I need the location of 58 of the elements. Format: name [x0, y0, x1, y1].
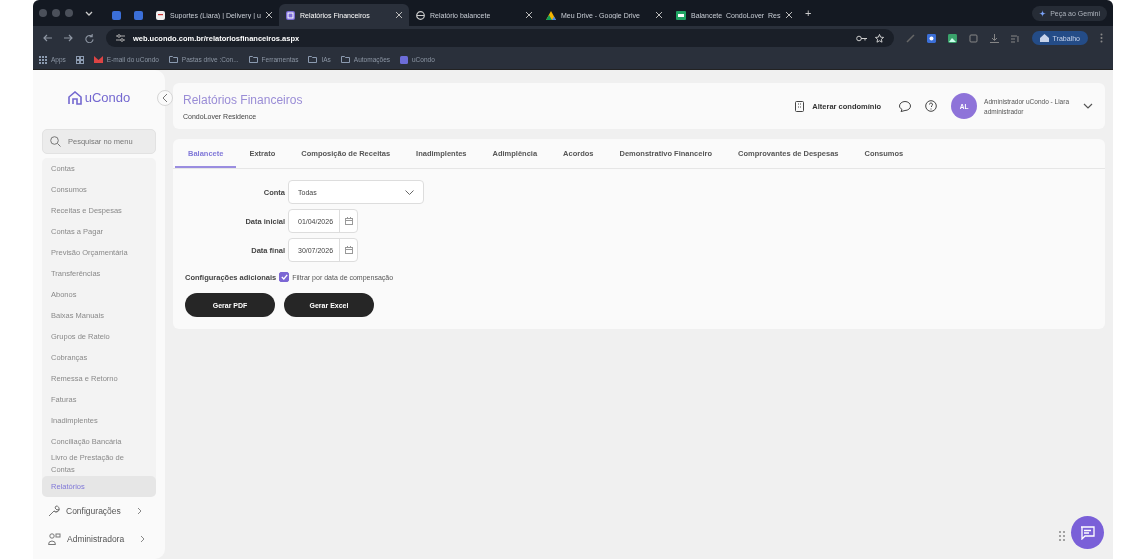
image-icon[interactable] — [947, 33, 957, 43]
house-icon — [1039, 34, 1049, 42]
tiles-icon[interactable] — [75, 55, 84, 64]
key-icon[interactable] — [855, 34, 867, 42]
close-icon[interactable] — [396, 12, 402, 18]
settings-icon[interactable] — [115, 34, 125, 42]
star-icon[interactable] — [874, 33, 884, 43]
chevron-left-icon — [162, 94, 168, 102]
gear-icon[interactable] — [926, 33, 936, 43]
folder-icon — [168, 56, 178, 63]
calendar-icon[interactable] — [344, 246, 353, 254]
chevron-right-icon[interactable] — [140, 535, 146, 543]
close-icon[interactable] — [266, 12, 272, 18]
page-title: Relatórios Financeiros — [183, 92, 304, 107]
drag-handle-icon[interactable] — [1059, 531, 1065, 541]
window-maximize-button[interactable] — [65, 9, 73, 17]
chevron-down-icon[interactable] — [1083, 103, 1093, 109]
help-icon[interactable] — [925, 100, 938, 112]
reload-icon[interactable] — [84, 33, 94, 43]
chat-button[interactable] — [1071, 516, 1104, 549]
menu-section[interactable]: Administradora — [67, 534, 125, 544]
menu-section[interactable]: Configurações — [66, 506, 121, 516]
folder-icon — [340, 56, 350, 63]
spreadsheet-icon — [676, 10, 686, 20]
mail-icon — [93, 56, 103, 63]
more-icon[interactable] — [1099, 33, 1103, 43]
globe-icon — [416, 10, 425, 20]
chevron-right-icon[interactable] — [136, 507, 142, 515]
close-icon[interactable] — [786, 12, 792, 18]
sparkle-icon — [1039, 9, 1047, 17]
new-tab-button[interactable]: + — [805, 7, 812, 19]
back-icon[interactable] — [43, 34, 52, 42]
app-icon — [400, 55, 408, 64]
search-icon — [50, 136, 61, 147]
folder-icon — [308, 56, 318, 63]
app-icon — [111, 10, 121, 20]
close-icon[interactable] — [656, 12, 662, 18]
triangle-icon — [546, 10, 556, 20]
app-icon — [133, 10, 143, 20]
building-icon — [795, 100, 805, 112]
close-icon[interactable] — [526, 12, 532, 18]
forward-icon[interactable] — [63, 34, 73, 42]
wrench-icon — [48, 505, 60, 517]
window-close-button[interactable] — [39, 9, 47, 17]
collapse-button[interactable] — [157, 90, 173, 106]
people-icon — [48, 533, 61, 545]
grid-icon — [39, 55, 47, 64]
folder-icon — [248, 56, 258, 63]
document-icon — [156, 10, 165, 20]
chat-icon[interactable] — [899, 100, 912, 112]
calendar-icon[interactable] — [344, 217, 353, 225]
chevron-down-icon — [405, 189, 414, 195]
checkbox[interactable] — [279, 272, 290, 282]
app-icon — [286, 10, 295, 20]
ucondo-logo: uCondo — [42, 90, 156, 105]
download-icon[interactable] — [989, 33, 999, 43]
window-minimize-button[interactable] — [52, 9, 60, 17]
chat-icon — [1080, 525, 1095, 540]
